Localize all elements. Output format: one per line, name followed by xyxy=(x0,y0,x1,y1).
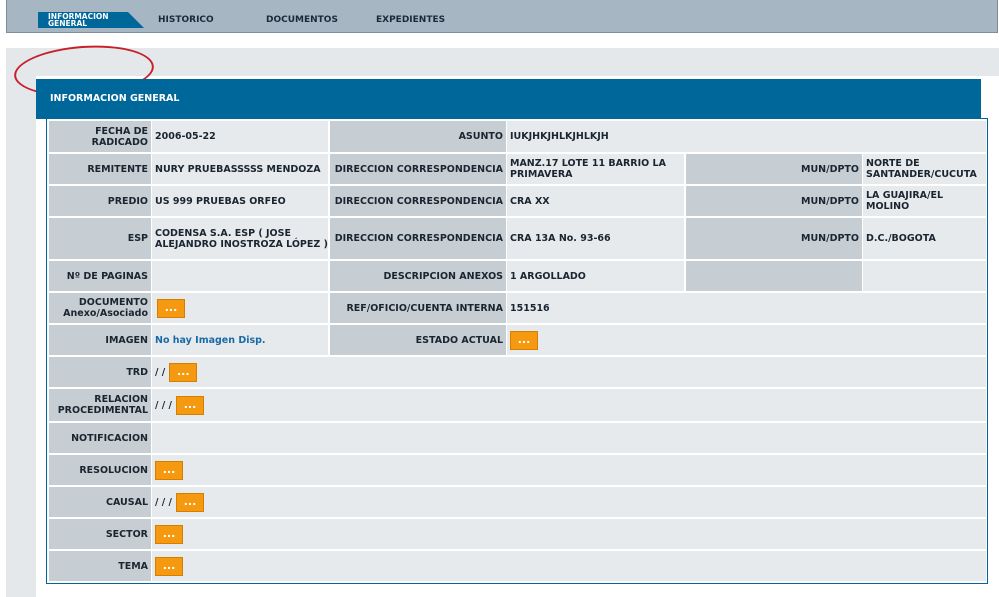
mun-dpto-value-3: D.C./BOGOTA xyxy=(863,218,986,259)
estado-button[interactable]: ... xyxy=(510,330,538,350)
remitente-value: NURY PRUEBASSSSS MENDOZA xyxy=(152,154,328,184)
trd-button[interactable]: ... xyxy=(169,362,198,382)
esp-label: ESP xyxy=(49,218,151,259)
direccion-value-1: MANZ.17 LOTE 11 BARRIO LA PRIMAVERA xyxy=(507,154,684,184)
section-header: INFORMACION GENERAL xyxy=(36,79,981,119)
causal-label: CAUSAL xyxy=(49,487,151,517)
resolucion-value: ... xyxy=(152,455,986,485)
asunto-label: ASUNTO xyxy=(330,121,506,152)
section-title: INFORMACION GENERAL xyxy=(50,93,180,104)
relacion-button[interactable]: ... xyxy=(176,395,205,415)
documento-button[interactable]: ... xyxy=(157,298,185,318)
predio-label: PREDIO xyxy=(49,186,151,216)
documento-label: DOCUMENTO Anexo/Asociado xyxy=(49,293,151,323)
estado-label: ESTADO ACTUAL xyxy=(330,325,506,355)
direccion-label-1: DIRECCION CORRESPONDENCIA xyxy=(330,154,506,184)
trd-value: / / ... xyxy=(152,357,986,387)
mun-dpto-label-1: MUN/DPTO xyxy=(686,154,862,184)
asunto-value: IUKJHKJHLKJHLKJH xyxy=(507,121,986,152)
direccion-value-3: CRA 13A No. 93-66 xyxy=(507,218,684,259)
mun-dpto-label-2: MUN/DPTO xyxy=(686,186,862,216)
mun-dpto-label-3: MUN/DPTO xyxy=(686,218,862,259)
fecha-radicado-label: FECHA DE RADICADO xyxy=(49,121,151,152)
paginas-value xyxy=(152,261,328,291)
tab-expedientes[interactable]: EXPEDIENTES xyxy=(366,12,474,28)
mun-dpto-value-2: LA GUAJIRA/EL MOLINO xyxy=(863,186,986,216)
notificacion-label: NOTIFICACION xyxy=(49,423,151,453)
imagen-link[interactable]: No hay Imagen Disp. xyxy=(152,325,328,355)
tab-informacion-general[interactable]: INFORMACION GENERAL xyxy=(38,12,144,28)
resolucion-label: RESOLUCION xyxy=(49,455,151,485)
info-panel: FECHA DE RADICADO 2006-05-22 ASUNTO IUKJ… xyxy=(46,118,988,584)
anexos-label: DESCRIPCION ANEXOS xyxy=(330,261,506,291)
relacion-text: / / / xyxy=(155,399,173,411)
sector-value: ... xyxy=(152,519,986,549)
ref-value: 151516 xyxy=(507,293,986,323)
trd-label: TRD xyxy=(49,357,151,387)
imagen-label: IMAGEN xyxy=(49,325,151,355)
ref-label: REF/OFICIO/CUENTA INTERNA xyxy=(330,293,506,323)
documento-value: ... xyxy=(152,293,328,323)
relacion-label: RELACION PROCEDIMENTAL xyxy=(49,389,151,421)
trd-text: / / xyxy=(155,366,166,378)
esp-value: CODENSA S.A. ESP ( JOSE ALEJANDRO INOSTR… xyxy=(152,218,328,259)
fecha-radicado-value: 2006-05-22 xyxy=(152,121,328,152)
sector-button[interactable]: ... xyxy=(155,524,183,544)
anexos-value: 1 ARGOLLADO xyxy=(507,261,684,291)
remitente-label: REMITENTE xyxy=(49,154,151,184)
tema-value: ... xyxy=(152,551,986,581)
relacion-value: / / / ... xyxy=(152,389,986,421)
mun-dpto-value-1: NORTE DE SANTANDER/CUCUTA xyxy=(863,154,986,184)
tema-label: TEMA xyxy=(49,551,151,581)
tema-button[interactable]: ... xyxy=(155,556,183,576)
paginas-label: Nº DE PAGINAS xyxy=(49,261,151,291)
notificacion-value xyxy=(152,423,986,453)
direccion-label-3: DIRECCION CORRESPONDENCIA xyxy=(330,218,506,259)
causal-text: / / / xyxy=(155,496,173,508)
direccion-value-2: CRA XX xyxy=(507,186,684,216)
sector-label: SECTOR xyxy=(49,519,151,549)
left-strip xyxy=(6,48,36,597)
tab-bar xyxy=(6,48,999,76)
empty-value-cell xyxy=(863,261,986,291)
causal-button[interactable]: ... xyxy=(176,492,205,512)
estado-value: ... xyxy=(507,325,986,355)
tab-documentos[interactable]: DOCUMENTOS xyxy=(256,12,368,28)
causal-value: / / / ... xyxy=(152,487,986,517)
direccion-label-2: DIRECCION CORRESPONDENCIA xyxy=(330,186,506,216)
predio-value: US 999 PRUEBAS ORFEO xyxy=(152,186,328,216)
tab-historico[interactable]: HISTORICO xyxy=(148,12,256,28)
empty-label-cell xyxy=(686,261,862,291)
resolucion-button[interactable]: ... xyxy=(155,460,183,480)
